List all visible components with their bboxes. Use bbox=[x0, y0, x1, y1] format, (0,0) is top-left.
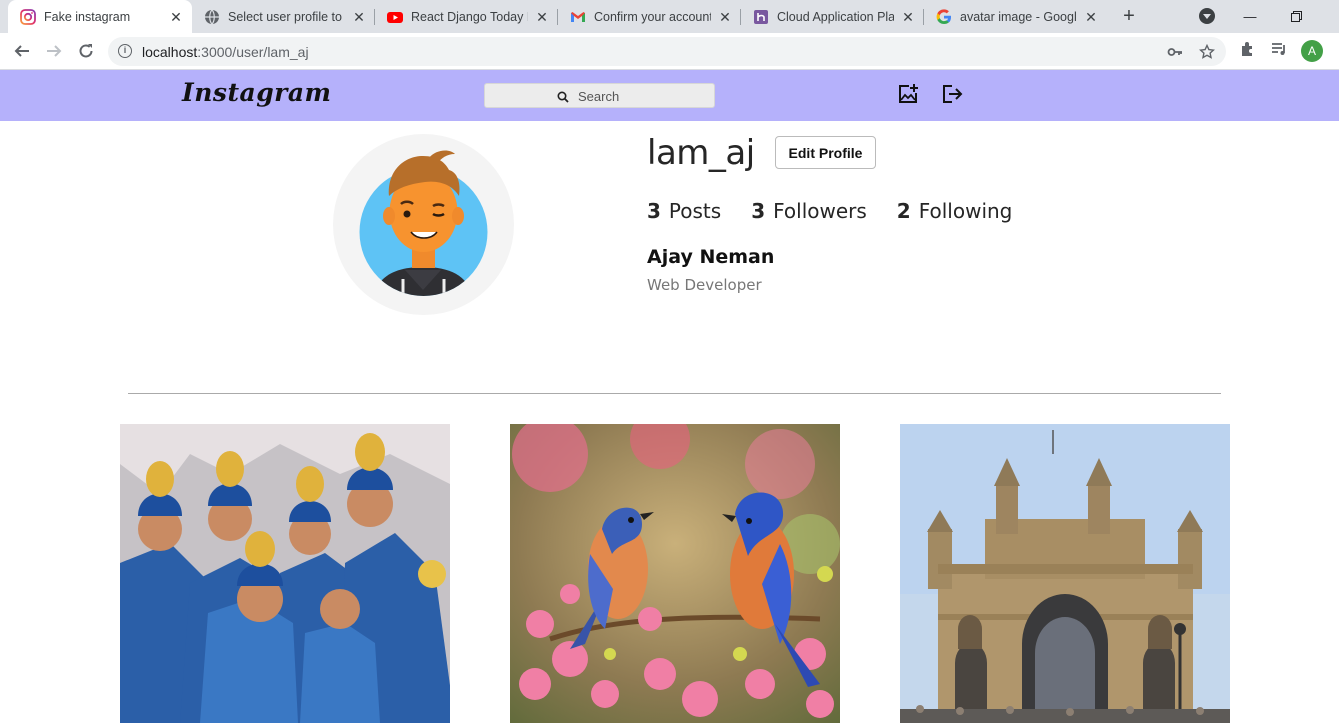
browser-tab-react-django[interactable]: React Django Today Pl ✕ bbox=[375, 0, 558, 33]
edit-profile-button[interactable]: Edit Profile bbox=[775, 136, 876, 169]
tab-title: Select user profile to c bbox=[228, 9, 345, 24]
url-text: localhost:3000/user/lam_aj bbox=[142, 44, 309, 60]
tab-title: Confirm your account bbox=[594, 9, 711, 24]
extensions-puzzle-icon[interactable] bbox=[1238, 39, 1258, 59]
youtube-favicon-icon bbox=[387, 9, 403, 25]
minimize-icon[interactable]: — bbox=[1227, 0, 1273, 33]
gateway-of-india-photo-image bbox=[900, 424, 1230, 723]
heroku-favicon-icon bbox=[753, 9, 769, 25]
logout-icon[interactable] bbox=[941, 83, 963, 105]
tab-close-icon[interactable]: ✕ bbox=[900, 9, 916, 25]
new-tab-icon[interactable]: + bbox=[1118, 5, 1140, 27]
post-thumbnail-2[interactable] bbox=[510, 424, 840, 723]
search-icon bbox=[557, 90, 569, 103]
key-icon[interactable] bbox=[1166, 43, 1184, 61]
tab-title: React Django Today Pl bbox=[411, 9, 528, 24]
instagram-favicon-icon bbox=[20, 8, 36, 25]
site-info-icon[interactable]: i bbox=[118, 44, 132, 58]
gmail-favicon-icon bbox=[570, 9, 586, 25]
search-input[interactable] bbox=[578, 87, 708, 105]
globe-favicon-icon bbox=[204, 9, 220, 25]
browser-tab-confirm-account[interactable]: Confirm your account ✕ bbox=[558, 0, 741, 33]
profile-username: lam_aj bbox=[647, 133, 755, 173]
tab-close-icon[interactable]: ✕ bbox=[351, 9, 367, 25]
stat-posts[interactable]: 3 Posts bbox=[647, 199, 721, 223]
browser-tab-strip: Fake instagram ✕ Select user profile to … bbox=[0, 0, 1339, 33]
browser-tab-fake-instagram[interactable]: Fake instagram ✕ bbox=[8, 0, 192, 33]
media-playlist-icon[interactable] bbox=[1269, 39, 1289, 59]
tab-close-icon[interactable]: ✕ bbox=[168, 9, 184, 25]
browser-tab-select-user[interactable]: Select user profile to c ✕ bbox=[192, 0, 375, 33]
reload-icon[interactable] bbox=[74, 39, 98, 63]
profile-full-name: Ajay Neman bbox=[647, 246, 775, 268]
browser-tab-avatar-image[interactable]: avatar image - Google ✕ bbox=[924, 0, 1107, 33]
google-favicon-icon bbox=[936, 8, 952, 25]
section-divider bbox=[128, 393, 1221, 394]
post-thumbnail-3[interactable] bbox=[900, 424, 1230, 723]
tab-title: avatar image - Google bbox=[960, 9, 1077, 24]
address-bar[interactable]: i localhost:3000/user/lam_aj bbox=[108, 37, 1226, 66]
restore-icon[interactable] bbox=[1273, 0, 1319, 33]
browser-toolbar: i localhost:3000/user/lam_aj A bbox=[0, 33, 1339, 70]
instagram-logo[interactable]: Instagram bbox=[182, 78, 332, 107]
bookmark-star-icon[interactable] bbox=[1198, 43, 1216, 61]
tab-search-icon[interactable] bbox=[1199, 8, 1215, 24]
tab-title: Fake instagram bbox=[44, 9, 131, 24]
tab-close-icon[interactable]: ✕ bbox=[534, 9, 550, 25]
two-bluebirds-photo-image bbox=[510, 424, 840, 723]
cricket-team-photo-image bbox=[120, 424, 450, 723]
profile-bio: Web Developer bbox=[647, 276, 762, 294]
add-post-image-icon[interactable] bbox=[897, 83, 919, 105]
browser-profile-avatar[interactable]: A bbox=[1301, 40, 1323, 62]
tab-close-icon[interactable]: ✕ bbox=[1083, 9, 1099, 25]
back-arrow-icon[interactable] bbox=[10, 39, 34, 63]
forward-arrow-icon[interactable] bbox=[42, 39, 66, 63]
search-box[interactable] bbox=[484, 83, 715, 108]
tab-title: Cloud Application Plat bbox=[777, 9, 894, 24]
profile-stats: 3 Posts 3 Followers 2 Following bbox=[647, 199, 1042, 223]
profile-avatar[interactable] bbox=[333, 134, 514, 315]
tab-close-icon[interactable]: ✕ bbox=[717, 9, 733, 25]
stat-following[interactable]: 2 Following bbox=[897, 199, 1013, 223]
browser-tab-cloud-application[interactable]: Cloud Application Plat ✕ bbox=[741, 0, 924, 33]
stat-followers[interactable]: 3 Followers bbox=[751, 199, 867, 223]
post-thumbnail-1[interactable] bbox=[120, 424, 450, 723]
